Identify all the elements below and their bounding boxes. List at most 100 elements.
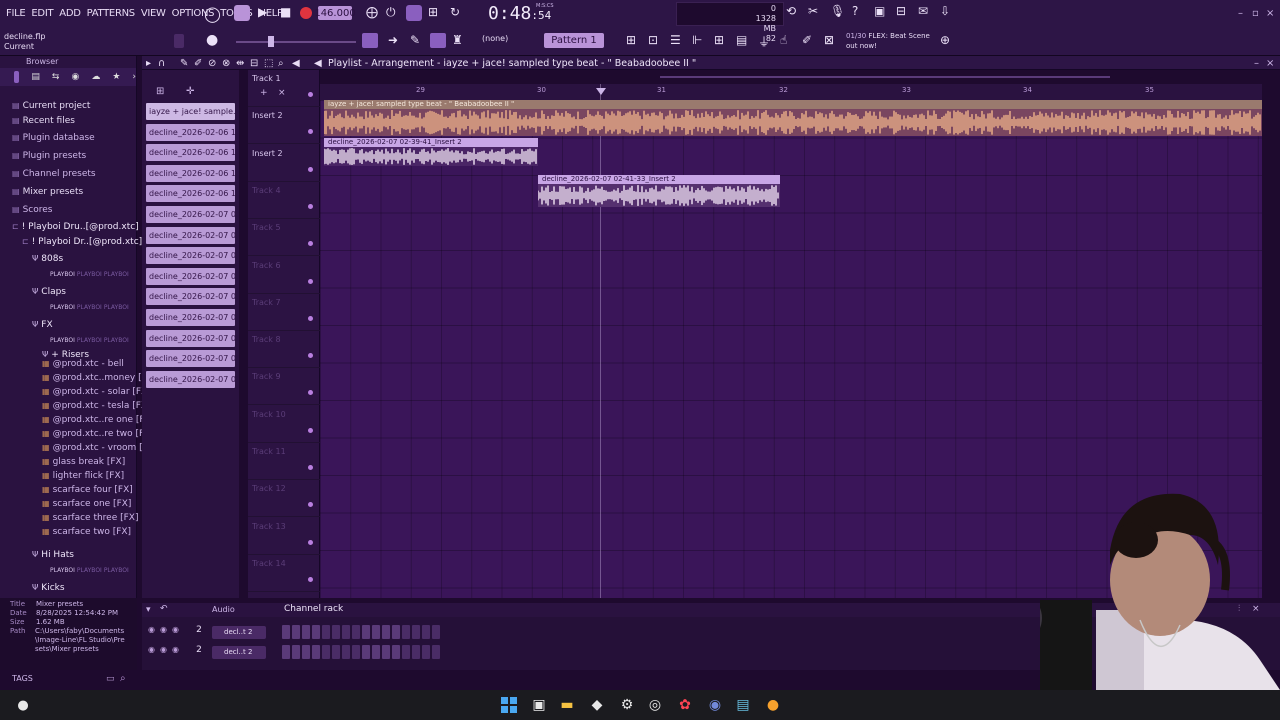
menu-add[interactable]: ADD: [59, 8, 81, 19]
browser-file[interactable]: ▦ @prod.xtc - vroom [FX]: [42, 443, 157, 453]
slip-tool-icon[interactable]: ⇹: [236, 58, 244, 69]
clip-list-icon[interactable]: ⊞: [156, 86, 164, 97]
step-button[interactable]: [422, 645, 430, 659]
step-button[interactable]: [332, 625, 340, 639]
browser-item[interactable]: ▤ Scores: [12, 205, 52, 215]
channel-filter[interactable]: Audio: [212, 605, 235, 614]
song-mode-icon[interactable]: [234, 5, 250, 21]
step-button[interactable]: [372, 625, 380, 639]
browser-star-icon[interactable]: ★: [112, 72, 120, 82]
menu-view[interactable]: VIEW: [141, 8, 166, 19]
step-button[interactable]: [322, 645, 330, 659]
mic-icon[interactable]: 🎙: [830, 4, 845, 18]
step-button[interactable]: [372, 645, 380, 659]
track-mute-icon[interactable]: [308, 129, 313, 135]
download-icon[interactable]: ⇩: [940, 4, 950, 18]
clip-source-item[interactable]: decline_2026-02-07 02-...: [146, 247, 235, 265]
mixer-icon[interactable]: ⊟: [896, 4, 906, 18]
pattern-edit-icon[interactable]: ⊡: [648, 33, 658, 47]
clip-add-icon[interactable]: ✛: [186, 86, 194, 97]
step-button[interactable]: [382, 625, 390, 639]
list-icon[interactable]: ☰: [670, 33, 681, 47]
browser-item[interactable]: ▤ Recent files: [12, 116, 75, 126]
track-mute-icon[interactable]: [308, 465, 313, 470]
track-header[interactable]: Track 13: [248, 518, 320, 555]
browser-file[interactable]: ▦ scarface one [FX]: [42, 499, 131, 509]
minimize-icon[interactable]: –: [1238, 8, 1243, 19]
browser-file[interactable]: ▦ @prod.xtc - bell: [42, 359, 124, 369]
track-mute-icon[interactable]: [308, 241, 313, 247]
close-icon[interactable]: ×: [1266, 8, 1274, 19]
taskview-icon[interactable]: ▣: [530, 696, 548, 714]
channel-solo-icon[interactable]: ◉: [160, 645, 167, 654]
browser-icon[interactable]: ⊞: [714, 33, 724, 47]
loop-record-icon[interactable]: ↻: [450, 5, 460, 19]
menu-file[interactable]: FILE: [6, 8, 26, 19]
app-icon[interactable]: ◎: [646, 696, 664, 714]
paint-icon[interactable]: ✐: [802, 33, 812, 47]
track-mute-icon[interactable]: [308, 390, 313, 396]
track-header[interactable]: Track 9: [248, 368, 320, 406]
step-button[interactable]: [292, 645, 300, 659]
step-button[interactable]: [412, 645, 420, 659]
clip-source-item[interactable]: iayze + jace! sample...: [146, 103, 235, 120]
track-header[interactable]: Track 7: [248, 294, 320, 331]
magnet-icon[interactable]: ∩: [158, 58, 165, 69]
browser-file[interactable]: ▦ @prod.xtc..money [FX]: [42, 373, 156, 383]
browser-doc-icon[interactable]: ▤: [31, 72, 40, 82]
maximize-icon[interactable]: ▫: [1252, 8, 1259, 19]
step-button[interactable]: [282, 645, 290, 659]
browser-subfolder[interactable]: Ψ Claps: [32, 287, 66, 297]
step-button[interactable]: [432, 645, 440, 659]
clip-source-item[interactable]: decline_2026-02-06 14-...: [146, 144, 235, 162]
track-mute-icon[interactable]: [308, 315, 313, 321]
channel-pan-icon[interactable]: ◉: [172, 625, 179, 634]
select-tool-icon[interactable]: ⬚: [264, 58, 273, 69]
audio-clip-insert-b[interactable]: decline_2026-02-07 02-41-33_Insert 2: [538, 175, 780, 207]
windows-start-icon[interactable]: [500, 696, 518, 714]
help-icon[interactable]: ?: [852, 4, 858, 18]
track-header[interactable]: Track 5: [248, 219, 320, 257]
countdown-icon[interactable]: [406, 5, 422, 21]
news-panel[interactable]: 01/30 FLEX: Beat Scene out now!: [846, 31, 930, 51]
browser-subfolder[interactable]: Ψ FX: [32, 320, 53, 330]
browser-subfolder[interactable]: Ψ Hi Hats: [32, 550, 74, 560]
browser-plugin-icon[interactable]: ⇆: [52, 72, 60, 82]
browser-file[interactable]: ▦ @prod.xtc..re two [FX]: [42, 429, 154, 439]
track-mute-icon[interactable]: [308, 539, 313, 545]
tools-icon[interactable]: ✂: [808, 4, 818, 18]
browser-cloud-icon[interactable]: ☁: [91, 72, 100, 82]
clip-source-item[interactable]: decline_2026-02-06 14-...: [146, 164, 235, 182]
playlist-close-icon[interactable]: ×: [1266, 58, 1274, 69]
channel-rack-icon[interactable]: ⊞: [626, 33, 636, 47]
track-header[interactable]: Track 12: [248, 480, 320, 518]
step-button[interactable]: [422, 625, 430, 639]
step-button[interactable]: [392, 645, 400, 659]
browser-item[interactable]: ▤ Plugin presets: [12, 151, 86, 161]
channel-mute-icon[interactable]: ◉: [148, 625, 155, 634]
audio-clip-insert-a[interactable]: decline_2026-02-07 02-39-41_Insert 2: [324, 138, 538, 166]
stamp-icon[interactable]: ♜: [452, 33, 463, 47]
step-button[interactable]: [382, 645, 390, 659]
lock-icon[interactable]: [174, 34, 184, 48]
step-button[interactable]: [402, 625, 410, 639]
channel-mixer-track[interactable]: 2: [190, 625, 208, 639]
stop-icon[interactable]: ■: [280, 5, 291, 19]
clip-source-item[interactable]: decline_2026-02-07 02-...: [146, 288, 235, 306]
clip-source-item[interactable]: decline_2026-02-07 02-...: [146, 267, 235, 285]
step-button[interactable]: [402, 645, 410, 659]
clip-source-item[interactable]: decline_2026-02-07 02-...: [146, 226, 235, 244]
browser-item[interactable]: ▤ Mixer presets: [12, 187, 83, 197]
step-button[interactable]: [412, 625, 420, 639]
playlist-arrow-icon[interactable]: ◀: [314, 58, 322, 69]
browser-file[interactable]: ▦ scarface three [FX]: [42, 513, 138, 523]
step-button[interactable]: [302, 625, 310, 639]
playback-tool-icon[interactable]: ◀: [292, 58, 300, 69]
step-button[interactable]: [432, 625, 440, 639]
step-button[interactable]: [312, 625, 320, 639]
track-mute-icon[interactable]: [308, 427, 313, 433]
playhead[interactable]: [600, 84, 601, 598]
browser-more-icon[interactable]: ›: [132, 72, 136, 82]
browser-file[interactable]: ▦ @prod.xtc..re one [FX]: [42, 415, 154, 425]
track-mute-icon[interactable]: [308, 278, 313, 284]
